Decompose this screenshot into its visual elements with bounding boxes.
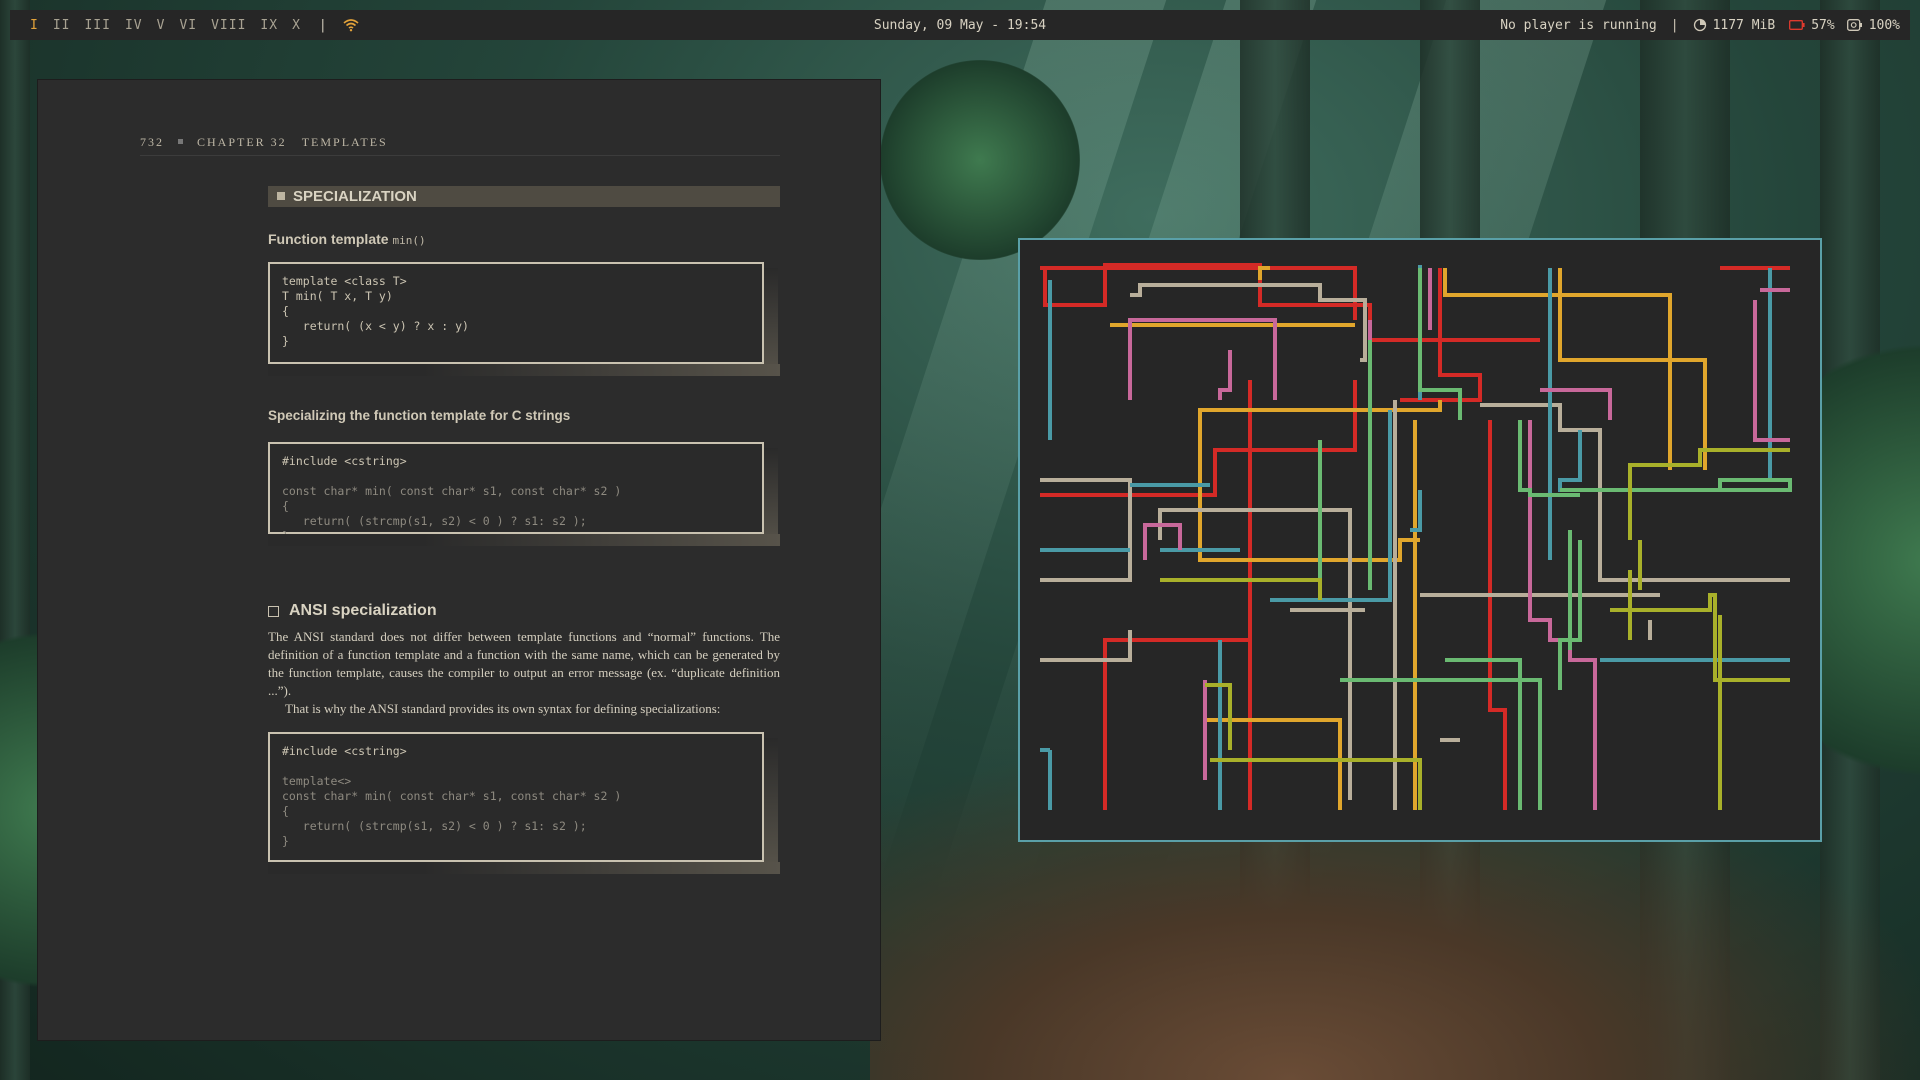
pipe-segment xyxy=(1488,420,1507,810)
pipes-canvas xyxy=(1040,263,1792,810)
code-box-shadow xyxy=(268,862,780,874)
workspace-3[interactable]: III xyxy=(84,18,110,33)
pipe-segment xyxy=(1043,263,1480,342)
brightness-level: 100% xyxy=(1868,17,1900,33)
subheading-function-template: Function template min() xyxy=(268,231,426,247)
pipe-segment xyxy=(1400,268,1482,402)
subheading-specializing: Specializing the function template for C… xyxy=(268,408,571,423)
pipe-segment xyxy=(1130,283,1367,362)
checkbox-icon xyxy=(268,605,279,617)
pipe-segment xyxy=(1480,403,1790,582)
paragraph-2: That is why the ANSI standard provides i… xyxy=(285,701,721,716)
pipe-segment xyxy=(1210,758,1422,810)
pipe-segment xyxy=(1610,593,1790,682)
pipe-segment xyxy=(1198,400,1442,430)
workspace-1[interactable]: I xyxy=(30,18,39,33)
code-template-line: template<> xyxy=(282,774,352,788)
pipe-segment xyxy=(1143,523,1182,560)
pipe-segment xyxy=(1340,678,1542,810)
chapter-label: CHAPTER 32 xyxy=(197,135,287,149)
pipe-segment xyxy=(1628,448,1790,540)
header-bullet xyxy=(178,139,183,144)
memory-icon xyxy=(1693,18,1706,32)
code-body: const char* min( const char* s1, const c… xyxy=(282,789,622,848)
memory-usage: 1177 MiB xyxy=(1712,17,1776,33)
code-box-shadow xyxy=(268,534,780,546)
pipe-segment xyxy=(1218,350,1232,400)
workspace-6[interactable]: VI xyxy=(179,18,197,33)
pipe-segment xyxy=(1753,300,1790,442)
pipe-segment xyxy=(1040,630,1132,662)
section-title: SPECIALIZATION xyxy=(293,188,417,205)
pipe-segment xyxy=(1160,578,1322,600)
pipes-screensaver-window[interactable] xyxy=(1018,238,1822,842)
workspace-4[interactable]: IV xyxy=(125,18,143,33)
code-box-shadow xyxy=(764,738,778,868)
page-number: 732 xyxy=(140,135,164,149)
chapter-title: TEMPLATES xyxy=(301,135,388,149)
section-heading: SPECIALIZATION xyxy=(268,186,780,207)
body-paragraph: The ANSI standard does not differ betwee… xyxy=(268,628,780,718)
status-separator: | xyxy=(1670,17,1679,33)
section-square-icon xyxy=(277,192,285,200)
pipe-segment xyxy=(1558,430,1582,492)
brightness-icon xyxy=(1846,19,1862,31)
paragraph-1: The ANSI standard does not differ betwee… xyxy=(268,629,780,698)
media-player-status[interactable]: No player is running xyxy=(1500,18,1657,33)
running-header: 732 CHAPTER 32 TEMPLATES xyxy=(140,135,780,156)
wifi-icon[interactable] xyxy=(343,18,359,32)
code-block-template: template <class T> T min( T x, T y) { re… xyxy=(268,262,764,364)
pipe-segment xyxy=(1040,266,1357,320)
battery-icon xyxy=(1789,20,1805,30)
status-bar: I II III IV V VI VIII IX X | Sunday, 09 … xyxy=(10,10,1910,40)
pipe-segment xyxy=(1258,266,1270,280)
pipe-segment xyxy=(1560,478,1792,492)
workspace-list: I II III IV V VI VIII IX X xyxy=(30,18,315,33)
code-box-shadow xyxy=(268,364,780,376)
code-block-cstring: #include <cstring> const char* min( cons… xyxy=(268,442,764,543)
code-box-shadow xyxy=(764,268,778,376)
workspace-9[interactable]: IX xyxy=(260,18,278,33)
pipe-segment xyxy=(1443,268,1672,470)
subheading-text: Function template xyxy=(268,231,389,247)
pdf-viewer-window[interactable]: 732 CHAPTER 32 TEMPLATES SPECIALIZATION F… xyxy=(38,80,880,1040)
subheading-code: min() xyxy=(392,234,426,247)
pipe-segment xyxy=(1128,318,1277,400)
pipe-segment xyxy=(1205,683,1232,750)
code-block-specialization: #include <cstring> template<> const char… xyxy=(268,732,764,862)
pipe-segment xyxy=(1445,658,1522,810)
workspace-2[interactable]: II xyxy=(53,18,71,33)
system-status: No player is running | 1177 MiB 57% 100% xyxy=(1494,18,1900,33)
pipe-segment xyxy=(1203,718,1342,810)
ansi-heading: ANSI specialization xyxy=(268,602,437,620)
code-include: #include <cstring> xyxy=(282,744,407,758)
code-box-shadow xyxy=(764,448,778,546)
code-include: #include <cstring> xyxy=(282,454,407,468)
pipe-segment xyxy=(1040,380,1357,497)
workspace-10[interactable]: X xyxy=(292,18,301,33)
clock[interactable]: Sunday, 09 May - 19:54 xyxy=(874,18,1046,33)
ansi-heading-text: ANSI specialization xyxy=(289,602,437,619)
battery-level: 57% xyxy=(1811,17,1835,33)
workspace-5[interactable]: V xyxy=(157,18,166,33)
separator: | xyxy=(318,17,327,33)
workspace-8[interactable]: VIII xyxy=(211,18,246,33)
